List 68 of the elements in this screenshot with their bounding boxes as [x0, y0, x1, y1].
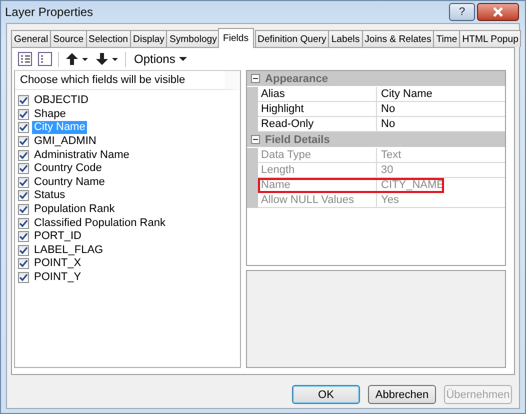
tab[interactable]: Labels [328, 30, 363, 47]
checkbox[interactable] [18, 136, 29, 148]
property-name: Highlight [258, 102, 378, 116]
checkbox[interactable] [18, 204, 29, 216]
checkbox[interactable] [18, 150, 29, 161]
field-item[interactable]: Classified Population Rank [32, 216, 168, 230]
property-row[interactable]: Read-Only No [247, 117, 505, 132]
checkbox[interactable] [18, 218, 29, 229]
list-icon[interactable] [18, 52, 32, 66]
tab[interactable]: Joins & Relates [362, 30, 434, 47]
tab[interactable]: Symbology [166, 30, 220, 47]
tab[interactable]: Source [50, 30, 87, 47]
collapse-icon[interactable] [251, 135, 260, 144]
property-value[interactable]: City Name [377, 87, 432, 101]
property-name: Data Type [258, 148, 378, 162]
checkbox[interactable] [18, 258, 29, 270]
property-name: Allow NULL Values [258, 193, 378, 207]
checkbox[interactable] [18, 108, 29, 120]
checkbox[interactable] [18, 190, 29, 202]
checkbox[interactable] [18, 231, 29, 242]
tab[interactable]: Display [130, 30, 168, 47]
property-name: Read-Only [258, 117, 378, 131]
property-value[interactable]: No [377, 117, 396, 131]
caret-icon [179, 56, 188, 62]
property-name: Length [258, 163, 378, 177]
checkbox[interactable] [18, 163, 29, 174]
help-button[interactable]: ? [449, 3, 475, 21]
checkbox[interactable] [18, 176, 29, 188]
group-title: Appearance [265, 72, 328, 84]
tab[interactable]: Definition Query [254, 30, 330, 47]
checkbox[interactable] [18, 272, 29, 284]
field-item[interactable]: Country Name [32, 176, 107, 189]
field-item[interactable]: OBJECTID [32, 94, 90, 108]
field-item[interactable]: POINT_X [32, 257, 84, 270]
field-item[interactable]: Population Rank [32, 203, 117, 216]
field-item[interactable]: Country Code [32, 162, 104, 176]
tab[interactable]: General [11, 30, 52, 47]
field-item[interactable]: Administrativ Name [32, 148, 132, 162]
field-item[interactable]: Shape [32, 108, 68, 121]
field-item[interactable]: GMI_ADMIN [32, 135, 98, 148]
property-row[interactable]: Highlight No [247, 102, 505, 117]
checkbox[interactable] [18, 95, 29, 106]
list-header: Choose which fields will be visible [15, 71, 240, 90]
window-title: Layer Properties [5, 5, 94, 19]
group-title: Field Details [265, 134, 330, 146]
close-button[interactable] [477, 3, 519, 21]
field-item[interactable]: Status [32, 189, 68, 202]
property-name: Name [258, 178, 378, 192]
property-value[interactable]: No [377, 102, 396, 116]
tab[interactable]: Selection [86, 30, 132, 47]
dialog-button[interactable]: Abbrechen [368, 385, 436, 404]
list-icon[interactable] [38, 52, 52, 66]
field-item[interactable]: POINT_Y [32, 271, 84, 284]
tab[interactable]: Fields [218, 28, 254, 48]
checkbox[interactable] [18, 122, 29, 134]
tab[interactable]: Time [433, 30, 460, 47]
field-item[interactable]: LABEL_FLAG [32, 244, 106, 257]
checkbox[interactable] [18, 244, 29, 256]
options-button[interactable]: Options [132, 52, 190, 66]
up-arrow-icon[interactable] [65, 52, 89, 66]
property-row[interactable]: Alias City Name [247, 87, 505, 102]
collapse-icon[interactable] [251, 74, 260, 83]
field-item[interactable]: PORT_ID [32, 230, 84, 244]
dialog-button[interactable]: OK [292, 385, 360, 404]
tab[interactable]: HTML Popup [459, 30, 522, 47]
property-name: Alias [258, 87, 378, 101]
close-icon [492, 7, 504, 17]
down-arrow-icon[interactable] [95, 52, 119, 66]
